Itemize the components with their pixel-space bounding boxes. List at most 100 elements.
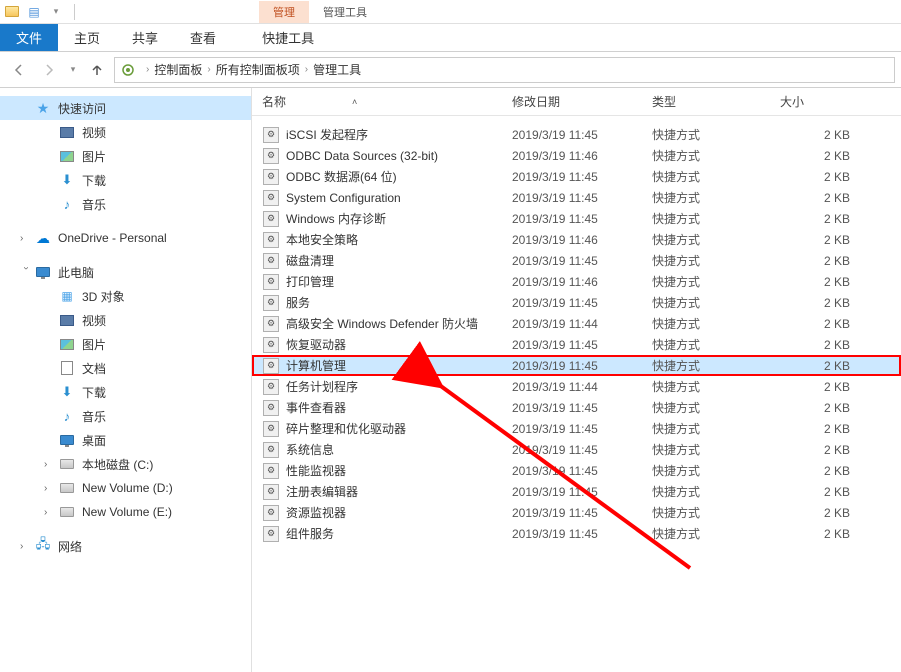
file-row[interactable]: ⚙资源监视器2019/3/19 11:45快捷方式2 KB [252, 502, 901, 523]
tab-view[interactable]: 查看 [174, 24, 232, 51]
file-size: 2 KB [780, 527, 850, 541]
file-row[interactable]: ⚙ODBC 数据源(64 位)2019/3/19 11:45快捷方式2 KB [252, 166, 901, 187]
file-row[interactable]: ⚙本地安全策略2019/3/19 11:46快捷方式2 KB [252, 229, 901, 250]
nav-forward-button[interactable] [36, 57, 62, 83]
file-row[interactable]: ⚙磁盘清理2019/3/19 11:45快捷方式2 KB [252, 250, 901, 271]
expand-icon[interactable]: › [44, 507, 56, 518]
sidebar-quick-item[interactable]: 视频 [0, 120, 251, 144]
sidebar-onedrive[interactable]: › ☁ OneDrive - Personal [0, 226, 251, 250]
shortcut-icon: ⚙ [262, 189, 280, 207]
item-icon [58, 431, 76, 449]
sidebar-quick-item[interactable]: ♪音乐 [0, 192, 251, 216]
column-header-size[interactable]: 大小 [780, 93, 850, 110]
tab-shortcut-tools[interactable]: 快捷工具 [248, 24, 328, 51]
expand-icon[interactable]: › [44, 459, 56, 470]
divider [74, 4, 75, 20]
file-type: 快捷方式 [652, 462, 780, 479]
file-date: 2019/3/19 11:46 [512, 233, 652, 247]
file-row[interactable]: ⚙Windows 内存诊断2019/3/19 11:45快捷方式2 KB [252, 208, 901, 229]
sidebar-quick-item[interactable]: ⬇下载 [0, 168, 251, 192]
breadcrumb-control-panel[interactable]: 控制面板 [154, 61, 202, 78]
file-size: 2 KB [780, 296, 850, 310]
breadcrumb-sep-icon: › [146, 64, 149, 75]
sidebar-pc-item[interactable]: 桌面 [0, 428, 251, 452]
sidebar-pc-item[interactable]: ›New Volume (D:) [0, 476, 251, 500]
file-row[interactable]: ⚙任务计划程序2019/3/19 11:44快捷方式2 KB [252, 376, 901, 397]
breadcrumb-bar[interactable]: › 控制面板 › 所有控制面板项 › 管理工具 [114, 57, 895, 83]
file-row[interactable]: ⚙注册表编辑器2019/3/19 11:45快捷方式2 KB [252, 481, 901, 502]
file-name: 注册表编辑器 [286, 483, 512, 500]
sidebar-this-pc[interactable]: › 此电脑 [0, 260, 251, 284]
sidebar-item-label: 3D 对象 [82, 288, 125, 305]
file-name: 服务 [286, 294, 512, 311]
sidebar-item-label: 此电脑 [58, 264, 94, 281]
file-tab[interactable]: 文件 [0, 24, 58, 51]
file-row[interactable]: ⚙System Configuration2019/3/19 11:45快捷方式… [252, 187, 901, 208]
file-date: 2019/3/19 11:45 [512, 170, 652, 184]
file-list[interactable]: ⚙iSCSI 发起程序2019/3/19 11:45快捷方式2 KB⚙ODBC … [252, 116, 901, 672]
file-row[interactable]: ⚙恢复驱动器2019/3/19 11:45快捷方式2 KB [252, 334, 901, 355]
expand-icon[interactable]: › [44, 483, 56, 494]
sidebar-pc-item[interactable]: ♪音乐 [0, 404, 251, 428]
expand-icon[interactable]: › [20, 233, 32, 244]
file-name: ODBC 数据源(64 位) [286, 168, 512, 185]
file-row[interactable]: ⚙系统信息2019/3/19 11:45快捷方式2 KB [252, 439, 901, 460]
breadcrumb-root-icon[interactable] [119, 61, 137, 79]
sidebar-pc-item[interactable]: ⬇下载 [0, 380, 251, 404]
sidebar-quick-item[interactable]: 图片 [0, 144, 251, 168]
shortcut-icon: ⚙ [262, 294, 280, 312]
file-name: 打印管理 [286, 273, 512, 290]
sidebar-pc-item[interactable]: ›New Volume (E:) [0, 500, 251, 524]
sidebar-pc-item[interactable]: ›本地磁盘 (C:) [0, 452, 251, 476]
file-type: 快捷方式 [652, 252, 780, 269]
column-header-name[interactable]: 名称 ˄ [262, 93, 512, 110]
file-row[interactable]: ⚙事件查看器2019/3/19 11:45快捷方式2 KB [252, 397, 901, 418]
file-row[interactable]: ⚙组件服务2019/3/19 11:45快捷方式2 KB [252, 523, 901, 544]
sidebar-network[interactable]: › 🖧 网络 [0, 534, 251, 558]
shortcut-icon: ⚙ [262, 399, 280, 417]
breadcrumb-all-items[interactable]: 所有控制面板项 [216, 61, 300, 78]
nav-recent-dropdown[interactable]: ▾ [66, 57, 80, 83]
shortcut-icon: ⚙ [262, 378, 280, 396]
qat-dropdown-icon[interactable]: ▾ [48, 4, 64, 20]
expand-icon[interactable]: › [20, 541, 32, 552]
collapse-icon[interactable]: › [21, 266, 32, 278]
nav-back-button[interactable] [6, 57, 32, 83]
file-date: 2019/3/19 11:46 [512, 149, 652, 163]
sidebar-pc-item[interactable]: 图片 [0, 332, 251, 356]
file-row[interactable]: ⚙计算机管理2019/3/19 11:45快捷方式2 KB [252, 355, 901, 376]
file-row[interactable]: ⚙高级安全 Windows Defender 防火墙2019/3/19 11:4… [252, 313, 901, 334]
tab-home[interactable]: 主页 [58, 24, 116, 51]
file-name: 高级安全 Windows Defender 防火墙 [286, 315, 512, 332]
file-row[interactable]: ⚙性能监视器2019/3/19 11:45快捷方式2 KB [252, 460, 901, 481]
file-name: 计算机管理 [286, 357, 512, 374]
sidebar-pc-item[interactable]: 文档 [0, 356, 251, 380]
file-type: 快捷方式 [652, 504, 780, 521]
shortcut-icon: ⚙ [262, 168, 280, 186]
file-size: 2 KB [780, 317, 850, 331]
file-row[interactable]: ⚙ODBC Data Sources (32-bit)2019/3/19 11:… [252, 145, 901, 166]
tab-share[interactable]: 共享 [116, 24, 174, 51]
file-date: 2019/3/19 11:45 [512, 506, 652, 520]
sidebar-quick-access[interactable]: ★ 快速访问 [0, 96, 251, 120]
column-header-date[interactable]: 修改日期 [512, 93, 652, 110]
sidebar-pc-item[interactable]: ▦3D 对象 [0, 284, 251, 308]
file-row[interactable]: ⚙服务2019/3/19 11:45快捷方式2 KB [252, 292, 901, 313]
file-type: 快捷方式 [652, 315, 780, 332]
context-tab-tools: 管理工具 [309, 1, 381, 23]
file-row[interactable]: ⚙打印管理2019/3/19 11:46快捷方式2 KB [252, 271, 901, 292]
qat-properties-icon[interactable]: ▤ [26, 4, 42, 20]
sidebar-pc-item[interactable]: 视频 [0, 308, 251, 332]
sidebar-item-label: 图片 [82, 148, 106, 165]
file-row[interactable]: ⚙碎片整理和优化驱动器2019/3/19 11:45快捷方式2 KB [252, 418, 901, 439]
sidebar-item-label: 快速访问 [58, 100, 106, 117]
nav-up-button[interactable] [84, 57, 110, 83]
navigation-pane[interactable]: ★ 快速访问 视频图片⬇下载♪音乐 › ☁ OneDrive - Persona… [0, 88, 252, 672]
file-row[interactable]: ⚙iSCSI 发起程序2019/3/19 11:45快捷方式2 KB [252, 124, 901, 145]
app-icon [4, 4, 20, 20]
breadcrumb-admin-tools[interactable]: 管理工具 [313, 61, 361, 78]
file-size: 2 KB [780, 128, 850, 142]
sidebar-item-label: 网络 [58, 538, 82, 555]
file-date: 2019/3/19 11:45 [512, 464, 652, 478]
column-header-type[interactable]: 类型 [652, 93, 780, 110]
